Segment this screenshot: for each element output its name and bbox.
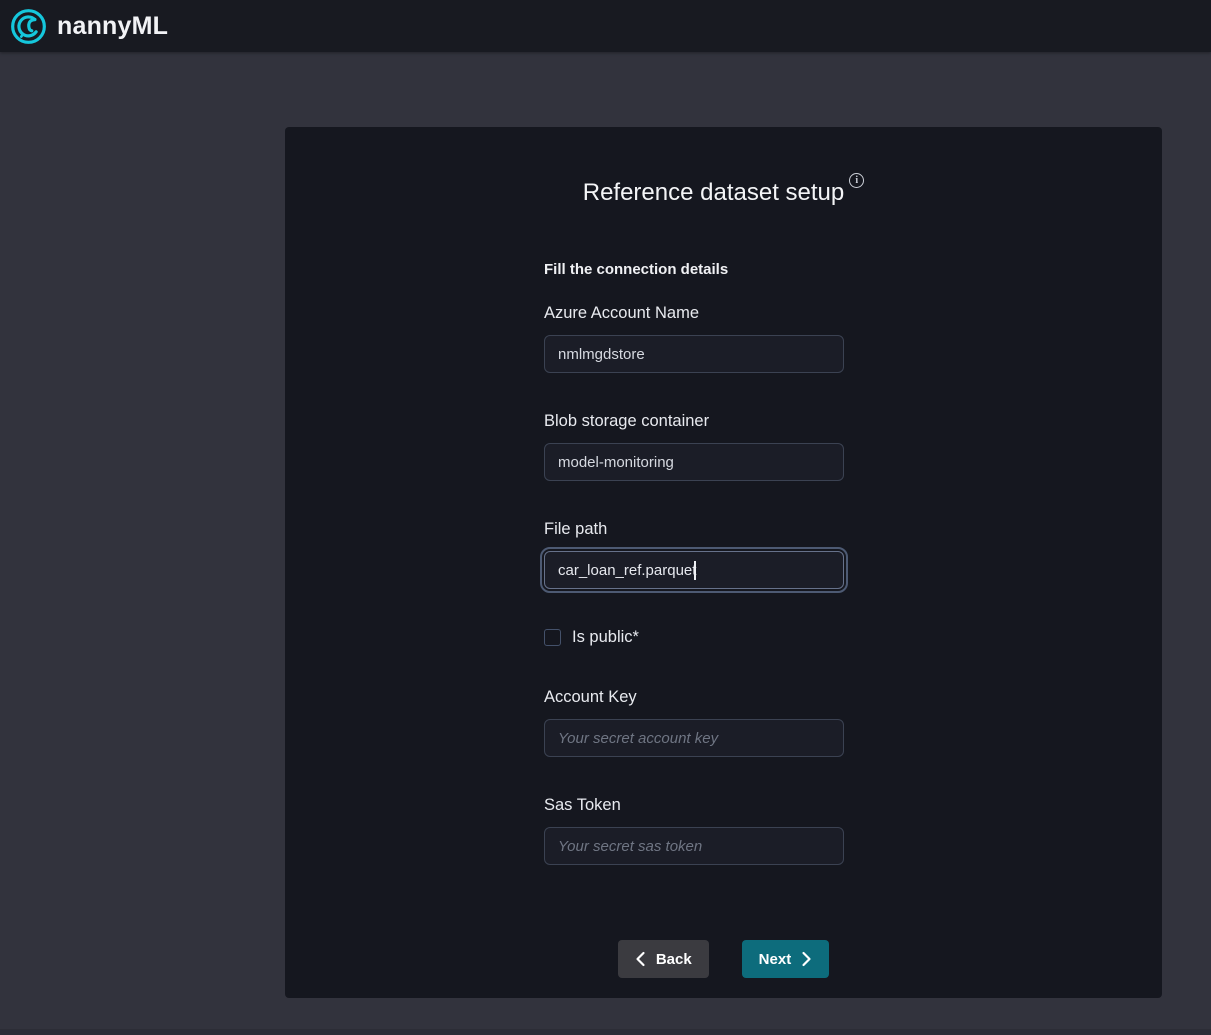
- back-button[interactable]: Back: [617, 940, 709, 978]
- nannyml-logo-icon[interactable]: [10, 8, 47, 45]
- chevron-left-icon: [635, 951, 646, 967]
- info-icon[interactable]: i: [849, 173, 865, 188]
- brand-bold-part: ML: [131, 11, 169, 40]
- account-key-group: Account Key: [544, 688, 844, 757]
- blob-container-label: Blob storage container: [544, 412, 710, 430]
- blob-container-group: Blob storage container: [544, 412, 844, 481]
- connection-form: Fill the connection details Azure Accoun…: [540, 261, 848, 904]
- text-caret: [694, 561, 696, 580]
- sas-token-input[interactable]: [544, 827, 844, 865]
- azure-account-name-group: Azure Account Name: [544, 304, 844, 373]
- is-public-checkbox[interactable]: [544, 628, 561, 646]
- back-button-label: Back: [655, 950, 692, 968]
- sas-token-group: Sas Token: [544, 796, 844, 865]
- file-path-group: File path: [540, 520, 848, 593]
- page-title: Reference dataset setup: [582, 179, 845, 206]
- is-public-row: Is public*: [544, 627, 844, 647]
- section-heading: Fill the connection details: [544, 261, 729, 278]
- brand-regular-part: nanny: [57, 11, 132, 40]
- next-button-label: Next: [758, 950, 792, 968]
- sas-token-label: Sas Token: [544, 796, 621, 814]
- blob-container-input[interactable]: [544, 443, 844, 481]
- file-path-input-wrap: [540, 547, 848, 593]
- account-key-label: Account Key: [544, 688, 637, 706]
- horizontal-scrollbar-track[interactable]: [0, 1029, 1211, 1035]
- top-navbar: nannyML: [0, 0, 1211, 52]
- wizard-button-row: Back Next: [285, 940, 1162, 978]
- card-title-row: Reference dataset setup i: [285, 127, 1162, 207]
- file-path-label: File path: [544, 520, 608, 538]
- account-key-input[interactable]: [544, 719, 844, 757]
- reference-dataset-setup-card: Reference dataset setup i Fill the connec…: [285, 127, 1162, 998]
- next-button[interactable]: Next: [741, 940, 830, 978]
- brand-wordmark[interactable]: nannyML: [57, 12, 168, 41]
- is-public-label: Is public*: [572, 627, 639, 646]
- azure-account-name-input[interactable]: [544, 335, 844, 373]
- chevron-right-icon: [801, 951, 812, 967]
- azure-account-name-label: Azure Account Name: [544, 304, 699, 322]
